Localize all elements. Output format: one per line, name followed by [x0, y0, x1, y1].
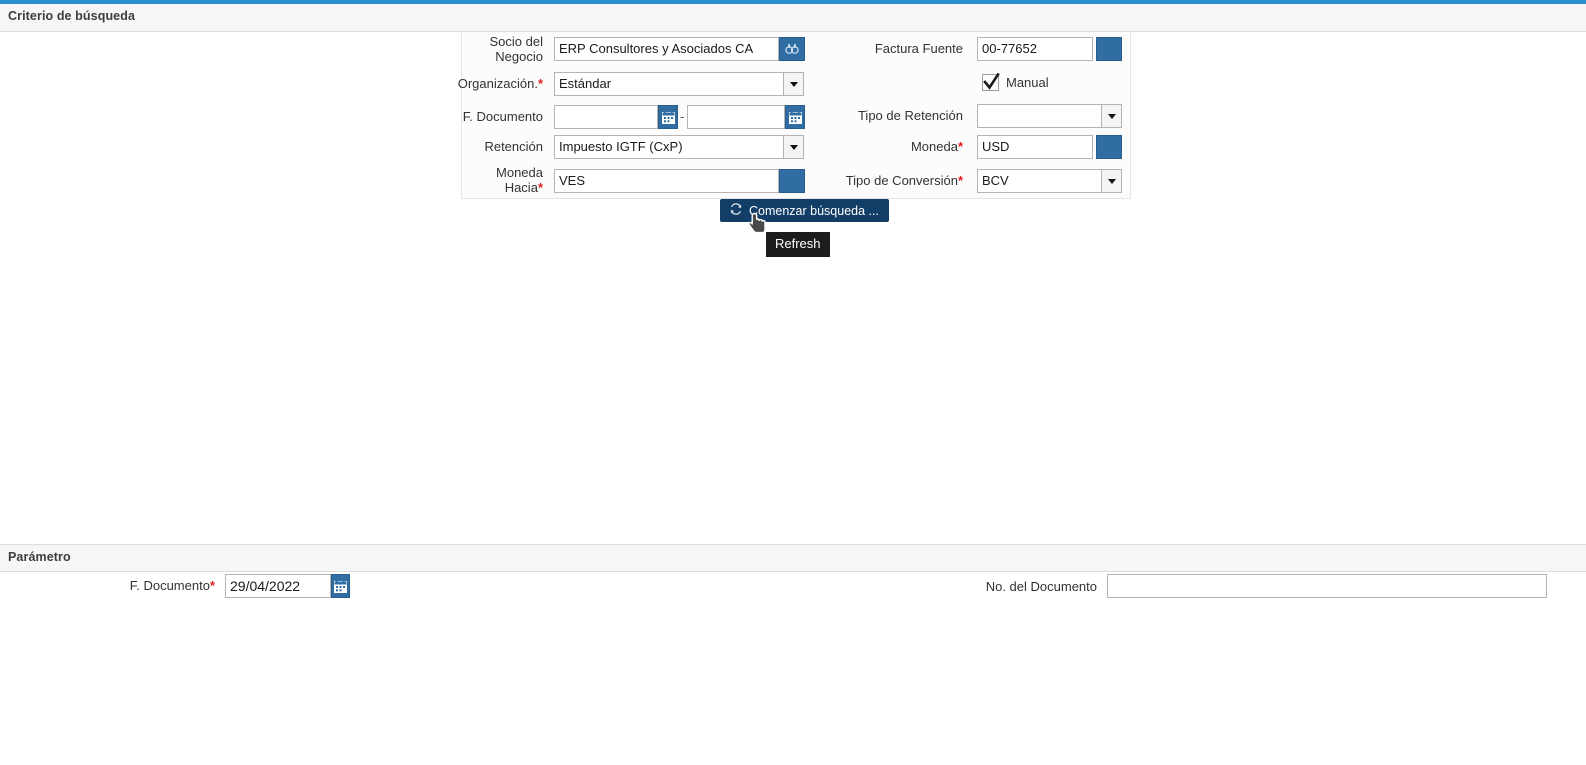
parameter-area — [0, 572, 1586, 765]
required-marker-moneda: * — [957, 139, 963, 154]
label-no-del-documento-text: No. del Documento — [985, 579, 1097, 594]
calendar-icon-button-f-documento-parameter[interactable] — [331, 574, 350, 598]
date-range-separator: - — [680, 109, 685, 124]
input-moneda-hacia[interactable]: VES — [554, 169, 779, 193]
checkbox-manual-box[interactable] — [982, 72, 1000, 91]
input-factura-fuente[interactable]: 00-77652 — [977, 37, 1093, 61]
binoculars-icon — [785, 42, 799, 56]
section-header-parameter: Parámetro — [0, 544, 1586, 572]
input-moneda[interactable]: USD — [977, 135, 1093, 159]
required-marker-f-documento-parameter: * — [209, 578, 215, 593]
required-marker-organizacion: * — [537, 76, 543, 91]
checkbox-manual[interactable]: Manual — [982, 72, 1049, 91]
calendar-icon — [661, 110, 675, 124]
label-socio-del-negocio: Socio del Negocio — [463, 34, 543, 64]
binoculars-icon-button-socio-del-negocio[interactable] — [779, 37, 805, 61]
start-search-button[interactable]: Comenzar búsqueda ... — [720, 199, 889, 222]
calendar-icon-button-f-documento-from[interactable] — [658, 105, 678, 129]
dropdown-tipo-de-conversion[interactable]: BCV — [977, 169, 1122, 193]
record-lookup-icon-button-factura-fuente[interactable] — [1096, 37, 1122, 61]
label-f-documento-parameter-text: F. Documento — [129, 578, 210, 593]
label-tipo-de-conversion: Tipo de Conversión* — [820, 173, 963, 188]
calendar-icon — [334, 579, 347, 593]
dropdown-tipo-de-conversion-value: BCV — [982, 173, 1009, 188]
input-socio-del-negocio[interactable]: ERP Consultores y Asociados CA — [554, 37, 779, 61]
tooltip-refresh: Refresh — [766, 232, 830, 257]
chevron-down-icon[interactable] — [1101, 105, 1121, 127]
required-marker-moneda-hacia: * — [537, 180, 543, 195]
label-moneda-hacia: Moneda Hacia* — [463, 165, 543, 195]
label-moneda: Moneda* — [820, 139, 963, 154]
input-f-documento-parameter[interactable]: 29/04/2022 — [225, 574, 331, 598]
section-title-parameter: Parámetro — [8, 550, 71, 564]
label-moneda-text: Moneda — [910, 139, 958, 154]
start-search-button-label: Comenzar búsqueda ... — [749, 203, 879, 218]
dropdown-tipo-de-retencion[interactable] — [977, 104, 1122, 128]
label-f-documento-criteria-text: F. Documento — [462, 109, 543, 124]
input-f-documento-from[interactable] — [554, 105, 658, 129]
label-factura-fuente-text: Factura Fuente — [874, 41, 963, 56]
dropdown-organizacion-value: Estándar — [559, 76, 612, 91]
record-lookup-icon-button-moneda-hacia[interactable] — [779, 169, 805, 193]
chevron-down-icon[interactable] — [1101, 170, 1121, 192]
label-no-del-documento: No. del Documento — [940, 579, 1097, 594]
record-lookup-icon — [1103, 43, 1116, 56]
refresh-icon — [729, 202, 743, 219]
label-factura-fuente: Factura Fuente — [820, 41, 963, 56]
dropdown-retencion-value: Impuesto IGTF (CxP) — [559, 139, 683, 154]
calendar-icon-button-f-documento-to[interactable] — [785, 105, 805, 129]
label-moneda-hacia-text: Moneda Hacia — [496, 165, 543, 195]
calendar-icon — [788, 110, 802, 124]
checkbox-manual-label: Manual — [1006, 75, 1049, 90]
label-f-documento-parameter: F. Documento* — [60, 578, 215, 593]
label-socio-del-negocio-text: Socio del Negocio — [489, 34, 543, 64]
input-f-documento-to[interactable] — [687, 105, 785, 129]
label-retencion-text: Retención — [484, 139, 543, 154]
label-tipo-de-retencion-text: Tipo de Retención — [857, 108, 963, 123]
record-lookup-icon — [1103, 141, 1116, 154]
label-tipo-de-conversion-text: Tipo de Conversión — [845, 173, 958, 188]
section-header-criteria: Criterio de búsqueda — [0, 4, 1586, 32]
dropdown-retencion[interactable]: Impuesto IGTF (CxP) — [554, 135, 804, 159]
record-lookup-icon — [786, 175, 799, 188]
section-title-criteria: Criterio de búsqueda — [8, 9, 136, 23]
chevron-down-icon[interactable] — [783, 73, 803, 95]
label-tipo-de-retencion: Tipo de Retención — [820, 108, 963, 123]
dropdown-organizacion[interactable]: Estándar — [554, 72, 804, 96]
required-marker-tipo-de-conversion: * — [957, 173, 963, 188]
label-f-documento-criteria: F. Documento — [400, 109, 543, 124]
label-organizacion-text: Organización. — [457, 76, 538, 91]
chevron-down-icon[interactable] — [783, 136, 803, 158]
input-no-del-documento[interactable] — [1107, 574, 1547, 598]
label-retencion: Retención — [400, 139, 543, 154]
label-organizacion: Organización.* — [400, 76, 543, 91]
record-lookup-icon-button-moneda[interactable] — [1096, 135, 1122, 159]
